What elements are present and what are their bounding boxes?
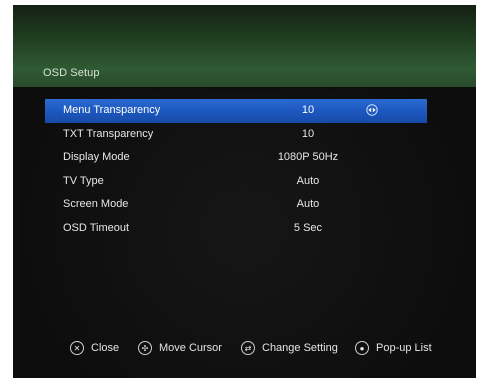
change-setting-hint[interactable]: ⇄ Change Setting (241, 341, 338, 355)
menu-row-value: Auto (296, 198, 320, 211)
navigation-icon: ✣ (138, 341, 152, 355)
menu-row-value: 10 (301, 104, 315, 116)
move-cursor-hint-label: Move Cursor (159, 342, 222, 354)
header-divider (13, 87, 476, 89)
menu-row-label: OSD Timeout (63, 221, 130, 234)
menu-row-label: Screen Mode (63, 198, 129, 211)
close-hint[interactable]: ✕ Close (70, 341, 119, 355)
popup-list-hint-label: Pop-up List (376, 342, 432, 354)
menu-row-display-mode[interactable]: Display Mode 1080P 50Hz (45, 146, 427, 170)
menu-row-screen-mode[interactable]: Screen Mode Auto (45, 193, 427, 217)
settings-menu: Menu Transparency 10 TXT Transparency 10… (45, 99, 427, 241)
menu-row-menu-transparency[interactable]: Menu Transparency 10 (45, 99, 427, 123)
footer-hint-bar: ✕ Close ✣ Move Cursor ⇄ Change Setting ●… (13, 339, 476, 361)
menu-row-txt-transparency[interactable]: TXT Transparency 10 (45, 123, 427, 147)
menu-row-value: 10 (301, 127, 315, 140)
tv-screen: OSD Setup Menu Transparency 10 TXT Trans… (13, 5, 476, 378)
menu-row-label: Display Mode (63, 151, 130, 164)
menu-row-label: TV Type (63, 174, 104, 187)
menu-row-tv-type[interactable]: TV Type Auto (45, 170, 427, 194)
left-right-arrow-icon[interactable] (366, 104, 378, 116)
menu-row-value: Auto (296, 174, 320, 187)
ok-icon: ● (355, 341, 369, 355)
change-setting-hint-label: Change Setting (262, 342, 338, 354)
menu-row-value: 5 Sec (293, 221, 323, 234)
exit-icon: ✕ (70, 341, 84, 355)
menu-row-value: 1080P 50Hz (277, 151, 339, 164)
move-cursor-hint[interactable]: ✣ Move Cursor (138, 341, 222, 355)
left-right-icon: ⇄ (241, 341, 255, 355)
page-title: OSD Setup (43, 67, 100, 79)
close-hint-label: Close (91, 342, 120, 354)
menu-row-label: Menu Transparency (63, 104, 161, 116)
menu-row-label: TXT Transparency (63, 127, 154, 140)
popup-list-hint[interactable]: ● Pop-up List (355, 341, 432, 355)
menu-row-osd-timeout[interactable]: OSD Timeout 5 Sec (45, 217, 427, 241)
